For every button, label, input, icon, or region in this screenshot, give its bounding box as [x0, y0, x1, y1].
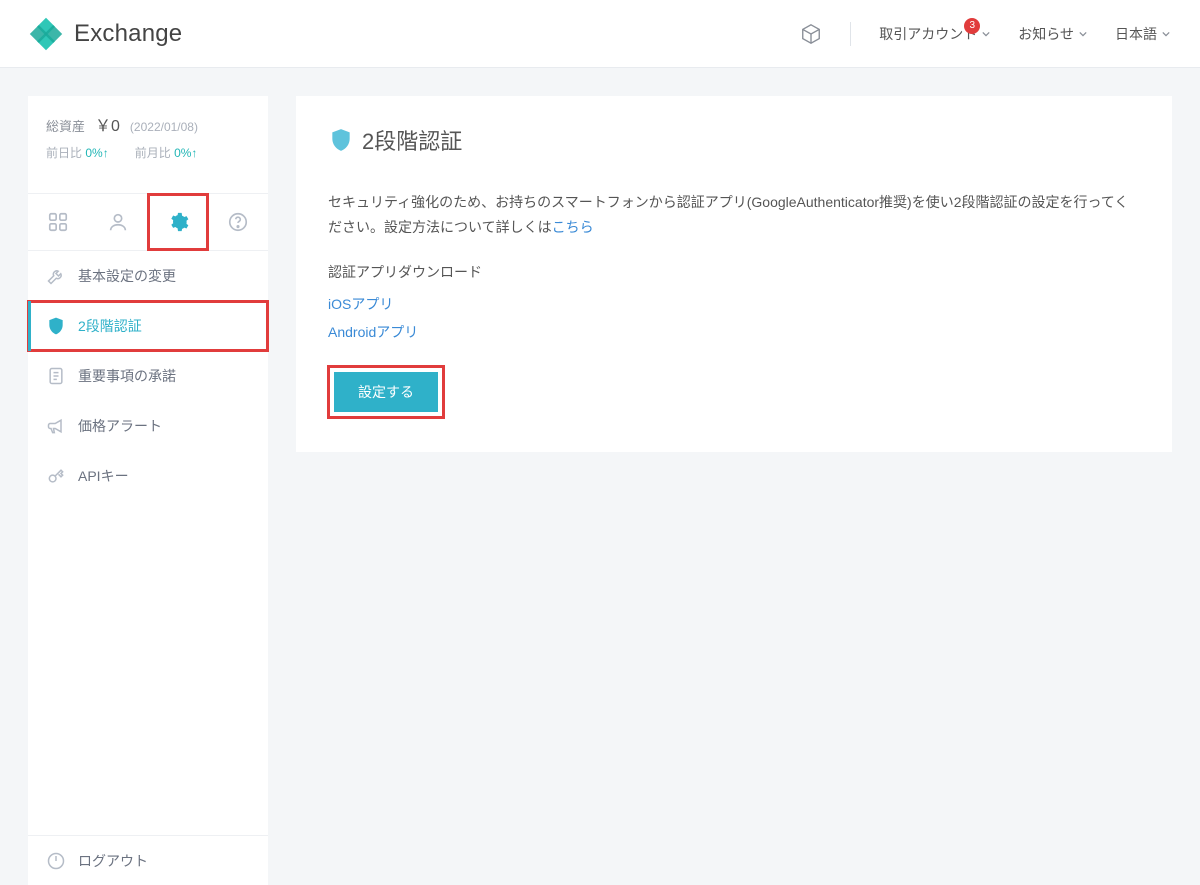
shield-icon	[46, 316, 66, 336]
menu-label: 基本設定の変更	[78, 266, 176, 286]
menu-label: 価格アラート	[78, 416, 162, 436]
sidebar: 総資産 ￥0 (2022/01/08) 前日比 0%↑ 前月比 0%↑	[28, 96, 268, 885]
chevron-down-icon	[1162, 30, 1170, 38]
page-title: 2段階認証	[362, 124, 462, 156]
header: Exchange 取引アカウント 3 お知らせ 日本語	[0, 0, 1200, 68]
menu-item-api-key[interactable]: APIキー	[28, 451, 268, 501]
notification-badge: 3	[964, 18, 980, 34]
header-nav: 取引アカウント 3 お知らせ 日本語	[800, 22, 1170, 46]
tab-profile[interactable]	[88, 194, 148, 250]
menu-label: 重要事項の承諾	[78, 366, 176, 386]
grid-icon	[47, 211, 69, 233]
tab-settings[interactable]	[148, 194, 208, 250]
menu-label: APIキー	[78, 466, 129, 486]
shield-icon	[328, 127, 354, 153]
delta-day: 前日比 0%↑	[46, 144, 109, 161]
android-app-link[interactable]: Androidアプリ	[328, 318, 1140, 346]
main-content: 2段階認証 セキュリティ強化のため、お持ちのスマートフォンから認証アプリ(Goo…	[296, 96, 1172, 885]
menu-item-twofa[interactable]: 2段階認証	[28, 301, 268, 351]
page-title-row: 2段階認証	[328, 124, 1140, 156]
logout-button[interactable]: ログアウト	[28, 835, 268, 885]
document-icon	[46, 366, 66, 386]
help-icon	[227, 211, 249, 233]
chevron-down-icon	[982, 30, 990, 38]
user-icon	[107, 211, 129, 233]
menu-label: 2段階認証	[78, 316, 142, 336]
cube-icon[interactable]	[800, 23, 822, 45]
tab-dashboard[interactable]	[28, 194, 88, 250]
twofa-card: 2段階認証 セキュリティ強化のため、お持ちのスマートフォンから認証アプリ(Goo…	[296, 96, 1172, 452]
learn-more-link[interactable]: こちら	[552, 219, 594, 235]
configure-button-wrap: 設定する	[328, 366, 444, 418]
chevron-down-icon	[1079, 30, 1087, 38]
account-label: 取引アカウント	[879, 24, 977, 44]
download-title: 認証アプリダウンロード	[328, 262, 1140, 282]
sidebar-tabs	[28, 193, 268, 251]
menu-item-terms[interactable]: 重要事項の承諾	[28, 351, 268, 401]
configure-button[interactable]: 設定する	[334, 372, 438, 412]
notice-dropdown[interactable]: お知らせ	[1018, 24, 1087, 44]
tab-help[interactable]	[208, 194, 268, 250]
power-icon	[46, 851, 66, 871]
brand-name: Exchange	[74, 20, 182, 48]
logo[interactable]: Exchange	[28, 16, 182, 52]
ios-app-link[interactable]: iOSアプリ	[328, 290, 1140, 318]
sidebar-menu: 基本設定の変更 2段階認証 重要事項の承諾 価格アラート APIキー	[28, 251, 268, 501]
language-dropdown[interactable]: 日本語	[1115, 24, 1170, 44]
key-icon	[46, 466, 66, 486]
megaphone-icon	[46, 416, 66, 436]
description: セキュリティ強化のため、お持ちのスマートフォンから認証アプリ(GoogleAut…	[328, 190, 1140, 240]
assets-amount: ￥0	[95, 112, 120, 136]
divider	[850, 22, 851, 46]
brand-logo-icon	[28, 16, 64, 52]
wrench-icon	[46, 266, 66, 286]
menu-item-basic-settings[interactable]: 基本設定の変更	[28, 251, 268, 301]
menu-item-price-alert[interactable]: 価格アラート	[28, 401, 268, 451]
language-label: 日本語	[1115, 24, 1157, 44]
account-dropdown[interactable]: 取引アカウント 3	[879, 24, 990, 44]
logout-label: ログアウト	[78, 851, 148, 871]
layout: 総資産 ￥0 (2022/01/08) 前日比 0%↑ 前月比 0%↑	[0, 68, 1200, 885]
assets-date: (2022/01/08)	[130, 120, 198, 134]
gear-icon	[167, 211, 189, 233]
assets-label: 総資産	[46, 116, 85, 135]
assets-summary: 総資産 ￥0 (2022/01/08) 前日比 0%↑ 前月比 0%↑	[28, 96, 268, 181]
notice-label: お知らせ	[1018, 24, 1074, 44]
delta-month: 前月比 0%↑	[135, 144, 198, 161]
